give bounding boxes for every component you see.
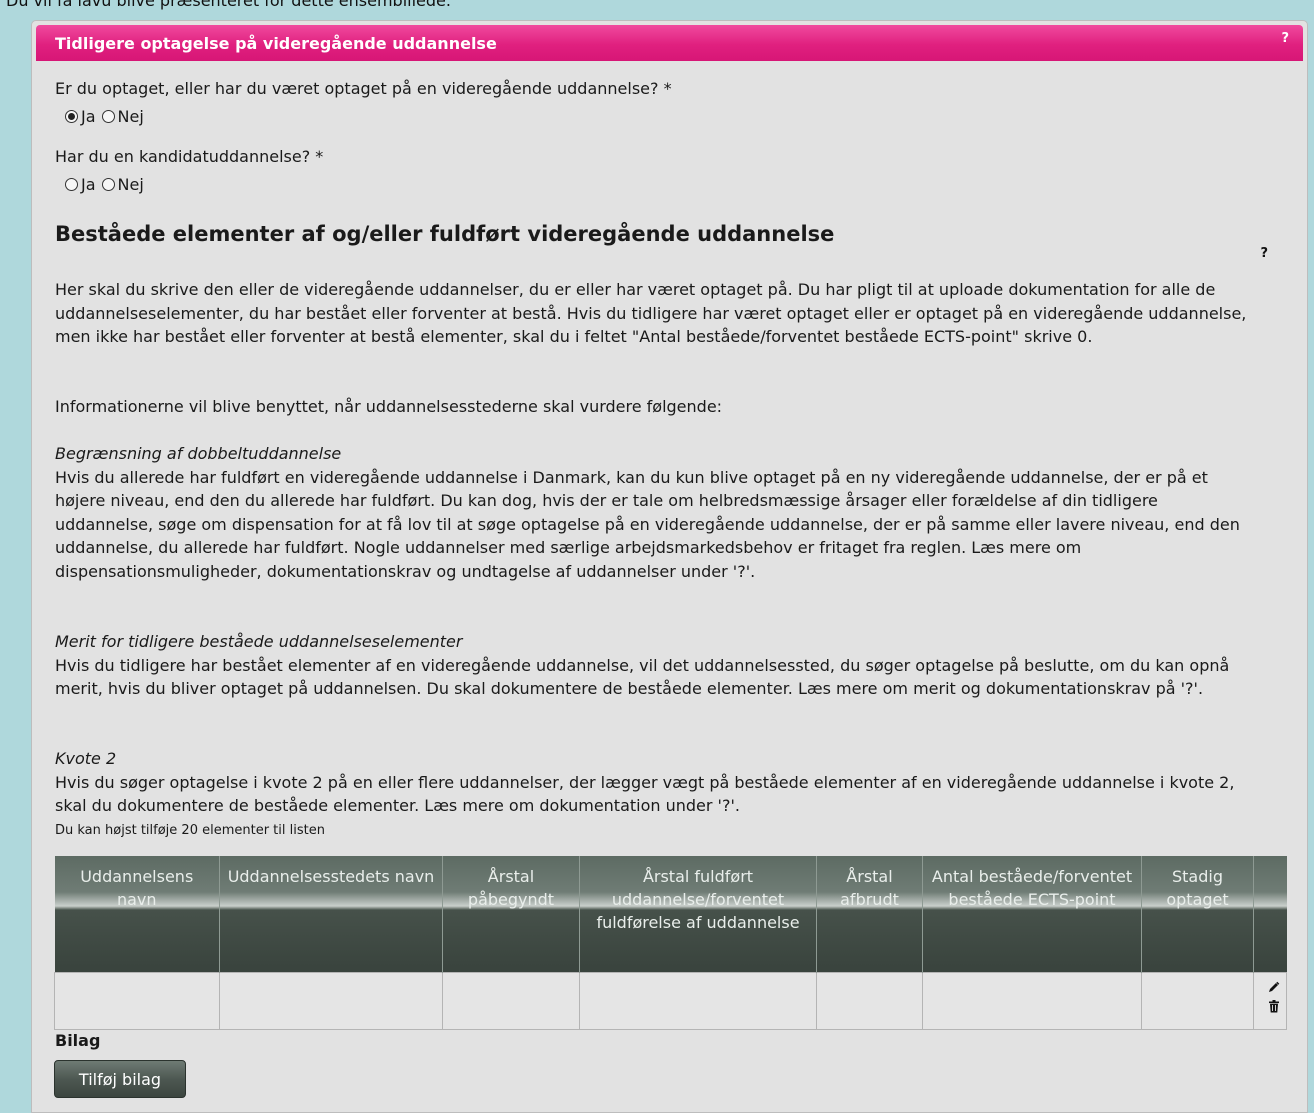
column-header-year-started: Årstal påbegyndt (442, 856, 580, 973)
info-block-text: Hvis du søger optagelse i kvote 2 på en … (55, 772, 1235, 816)
previous-admission-panel: Tidligere optagelse på videregående udda… (31, 20, 1308, 1113)
radio-option-nej[interactable]: Nej (101, 107, 144, 126)
radio-label-nej: Nej (117, 175, 144, 194)
info-block-kvote-2: Kvote 2 Hvis du søger optagelse i kvote … (55, 747, 1255, 818)
radio-label-nej: Nej (117, 107, 144, 126)
table-row (54, 972, 1287, 1030)
radio-button-nej[interactable] (101, 110, 115, 123)
info-block-title: Merit for tidligere beståede uddannelses… (55, 632, 463, 651)
pencil-icon-glyph (1269, 981, 1280, 992)
radio-label-ja: Ja (81, 107, 96, 126)
table-cell-still-enrolled (1141, 972, 1254, 1030)
radio-option-nej[interactable]: Nej (101, 175, 144, 194)
section-help-link[interactable]: ? (1260, 246, 1268, 261)
add-attachment-button[interactable]: Tilføj bilag (54, 1060, 186, 1098)
radio-group-previously-admitted: Ja Nej (65, 107, 150, 126)
table-cell-year-started (442, 972, 580, 1030)
table-cell-education-name (54, 972, 220, 1030)
row-actions (1268, 980, 1280, 1018)
section-intro: Her skal du skrive den eller de videregå… (55, 280, 1247, 346)
info-block-double-education: Begrænsning af dobbeltuddannelse Hvis du… (55, 442, 1255, 583)
info-block-title: Begrænsning af dobbeltuddannelse (55, 444, 342, 463)
column-header-year-completed: Årstal fuldført uddannelse/forventet ful… (579, 856, 817, 973)
table-cell-year-interrupted (816, 972, 923, 1030)
question-previously-admitted: Er du optaget, eller har du været optage… (55, 79, 672, 98)
radio-label-ja: Ja (81, 175, 96, 194)
section-title: Beståede elementer af og/eller fuldført … (55, 222, 835, 246)
question-master-degree: Har du en kandidatuddannelse? * (55, 147, 324, 166)
radio-option-ja[interactable]: Ja (65, 107, 96, 126)
table-header-row: Uddannelsens navn Uddannelsesstedets nav… (54, 856, 1287, 973)
table-cell-actions (1253, 972, 1287, 1030)
panel-help-link[interactable]: ? (1281, 31, 1289, 46)
column-header-year-interrupted: Årstal afbrudt (816, 856, 923, 973)
column-header-ects-points: Antal beståede/forventet beståede ECTS-p… (922, 856, 1142, 973)
column-header-institution-name: Uddannelsesstedets navn (219, 856, 443, 973)
table-cell-year-completed (579, 972, 817, 1030)
column-header-still-enrolled: Stadig optaget (1141, 856, 1254, 973)
education-table: Uddannelsens navn Uddannelsesstedets nav… (54, 856, 1287, 1030)
limit-note: Du kan højst tilføje 20 elementer til li… (55, 823, 325, 838)
page-caption: Du vil få lavu blive præsenteret for det… (6, 0, 451, 10)
info-block-text: Hvis du allerede har fuldført en videreg… (55, 467, 1240, 581)
trash-icon[interactable] (1268, 1000, 1280, 1018)
info-block-merit: Merit for tidligere beståede uddannelses… (55, 630, 1255, 701)
radio-option-ja[interactable]: Ja (65, 175, 96, 194)
table-cell-ects-points (922, 972, 1142, 1030)
radio-group-master-degree: Ja Nej (65, 175, 150, 194)
panel-title: Tidligere optagelse på videregående udda… (55, 34, 497, 53)
trash-icon-glyph (1269, 1000, 1279, 1013)
panel-header: Tidligere optagelse på videregående udda… (36, 25, 1303, 61)
table-cell-institution-name (219, 972, 443, 1030)
radio-button-ja[interactable] (65, 178, 78, 191)
attachments-label: Bilag (55, 1031, 101, 1050)
section-info-line: Informationerne vil blive benyttet, når … (55, 397, 723, 416)
radio-button-ja-selected[interactable] (65, 110, 78, 123)
column-header-education-name: Uddannelsens navn (54, 856, 220, 973)
column-header-actions (1253, 856, 1287, 973)
info-block-text: Hvis du tidligere har bestået elementer … (55, 655, 1230, 699)
pencil-icon[interactable] (1268, 980, 1280, 998)
radio-button-nej[interactable] (101, 178, 115, 191)
info-block-title: Kvote 2 (55, 749, 117, 768)
